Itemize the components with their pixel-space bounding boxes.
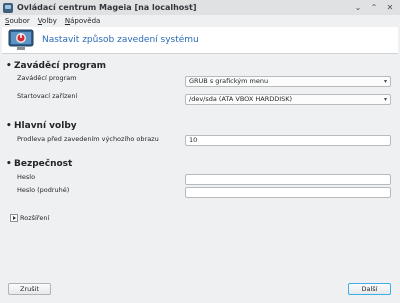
- chevron-down-icon: ▾: [383, 96, 387, 103]
- chevron-down-icon: ▾: [383, 78, 387, 85]
- window-title: Ovládací centrum Mageia [na localhost]: [17, 3, 197, 12]
- password-repeat-label: Heslo (podruhé): [17, 186, 70, 194]
- bootloader-label: Zaváděcí program: [17, 74, 77, 82]
- password-repeat-input[interactable]: [185, 187, 391, 198]
- boot-delay-input[interactable]: 10: [185, 135, 391, 146]
- menu-bar: Soubor Volby Nápověda: [0, 15, 400, 26]
- expand-arrow-icon: [10, 214, 18, 222]
- minimize-button[interactable]: ⌄: [352, 2, 364, 14]
- section-security-title: • Bezpečnost: [6, 159, 73, 169]
- menu-volby[interactable]: Volby: [38, 17, 57, 25]
- title-bar: Ovládací centrum Mageia [na localhost] ⌄…: [0, 0, 400, 15]
- menu-soubor[interactable]: Soubor: [5, 17, 30, 25]
- boot-setup-icon: [8, 29, 34, 51]
- page-title: Nastavit způsob zavedení systému: [42, 35, 199, 45]
- maximize-button[interactable]: ⌃: [368, 2, 380, 14]
- section-main-options-title: • Hlavní volby: [6, 121, 77, 131]
- bootloader-select[interactable]: GRUB s grafickým menu ▾: [185, 76, 391, 87]
- app-icon: [3, 2, 13, 13]
- advanced-expander[interactable]: Rozšíření: [10, 214, 49, 222]
- menu-napoveda[interactable]: Nápověda: [65, 17, 100, 25]
- next-button[interactable]: Další: [348, 283, 391, 295]
- cancel-button[interactable]: Zrušit: [8, 283, 51, 295]
- boot-device-label: Startovací zařízení: [17, 92, 78, 100]
- boot-delay-label: Prodleva před zavedením výchozího obrazu: [17, 135, 159, 143]
- password-label: Heslo: [17, 173, 36, 181]
- close-button[interactable]: ✕: [384, 2, 396, 14]
- header-banner: Nastavit způsob zavedení systému: [2, 27, 398, 54]
- boot-device-select[interactable]: /dev/sda (ATA VBOX HARDDISK) ▾: [185, 94, 391, 105]
- advanced-label: Rozšíření: [20, 214, 50, 222]
- section-bootloader-title: • Zaváděcí program: [6, 61, 107, 71]
- password-input[interactable]: [185, 174, 391, 185]
